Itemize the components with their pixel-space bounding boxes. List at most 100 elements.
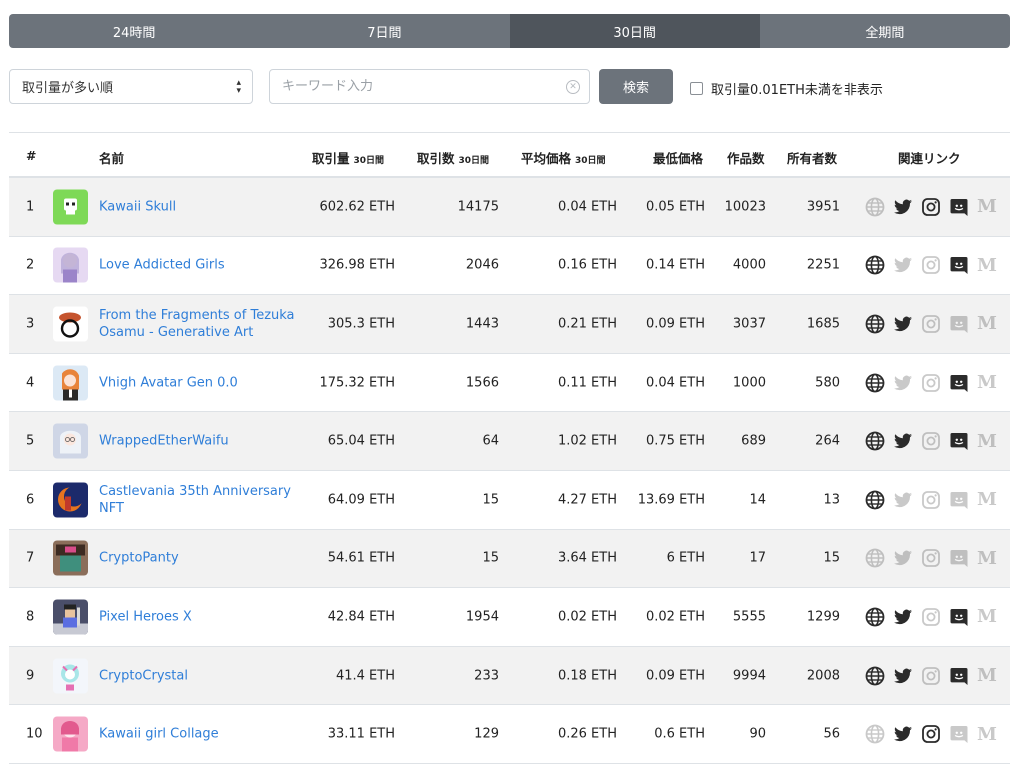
globe-icon[interactable] <box>865 431 885 451</box>
collection-name-link[interactable]: Castlevania 35th Anniversary NFT <box>99 483 314 517</box>
tab-30d[interactable]: 30日間 <box>509 14 760 48</box>
collection-thumbnail[interactable] <box>53 599 88 635</box>
collection-thumbnail[interactable] <box>53 658 88 694</box>
instagram-icon[interactable] <box>921 724 941 744</box>
instagram-icon <box>921 548 941 568</box>
globe-icon[interactable] <box>865 255 885 275</box>
twitter-icon[interactable] <box>893 314 913 334</box>
collection-name-link[interactable]: Love Addicted Girls <box>99 257 314 274</box>
header-volume[interactable]: 取引量 30日間 <box>312 148 384 167</box>
collection-thumbnail[interactable] <box>53 189 88 225</box>
floor-price-cell: 0.02 ETH <box>645 609 705 625</box>
medium-icon: M <box>977 665 997 687</box>
globe-icon[interactable] <box>865 314 885 334</box>
avg-price-cell: 1.02 ETH <box>557 433 617 449</box>
twitter-icon[interactable] <box>893 431 913 451</box>
search-button[interactable]: 検索 <box>599 69 673 104</box>
collection-name-link[interactable]: Vhigh Avatar Gen 0.0 <box>99 374 314 391</box>
discord-icon[interactable] <box>949 373 969 393</box>
discord-icon[interactable] <box>949 431 969 451</box>
related-links: M <box>865 606 997 627</box>
avg-price-cell: 3.64 ETH <box>557 550 617 566</box>
header-avg[interactable]: 平均価格 30日間 <box>521 148 606 167</box>
header-links: 関連リンク <box>898 151 961 166</box>
collection-name-link[interactable]: Kawaii Skull <box>99 198 314 215</box>
collection-thumbnail[interactable] <box>53 482 88 518</box>
collection-name-link[interactable]: CryptoPanty <box>99 550 314 567</box>
related-links: M <box>865 723 997 745</box>
floor-price-cell: 0.04 ETH <box>645 375 705 391</box>
volume-cell: 33.11 ETH <box>327 726 395 742</box>
discord-icon[interactable] <box>949 197 969 217</box>
twitter-icon[interactable] <box>893 724 913 744</box>
checkbox[interactable] <box>690 82 703 95</box>
header-floor[interactable]: 最低価格 <box>653 148 703 167</box>
collection-thumbnail[interactable] <box>53 247 88 283</box>
avg-price-cell: 0.04 ETH <box>557 199 617 215</box>
floor-price-cell: 0.75 ETH <box>645 433 705 449</box>
twitter-icon[interactable] <box>893 197 913 217</box>
volume-cell: 42.84 ETH <box>327 609 395 625</box>
volume-cell: 64.09 ETH <box>327 492 395 508</box>
table-row: 6 Castlevania 35th Anniversary NFT 64.09 E… <box>9 471 1010 530</box>
twitter-icon[interactable] <box>893 666 913 686</box>
collection-thumbnail[interactable] <box>53 306 88 342</box>
search-input[interactable] <box>282 79 552 94</box>
collection-name-link[interactable]: WrappedEtherWaifu <box>99 433 314 450</box>
collection-name-link[interactable]: CryptoCrystal <box>99 667 314 684</box>
clear-icon[interactable]: ✕ <box>566 80 580 94</box>
twitter-icon[interactable] <box>893 607 913 627</box>
rank-cell: 8 <box>26 609 35 625</box>
discord-icon[interactable] <box>949 666 969 686</box>
count-cell: 64 <box>482 433 499 449</box>
count-cell: 1566 <box>465 375 499 391</box>
floor-price-cell: 0.09 ETH <box>645 316 705 332</box>
globe-icon[interactable] <box>865 607 885 627</box>
table-row: 10 Kawaii girl Collage 33.11 ETH 129 0.26 ET… <box>9 705 1010 764</box>
discord-icon[interactable] <box>949 607 969 627</box>
table-row: 1 Kawaii Skull 602.62 ETH 14175 0.04 ETH 0.05… <box>9 178 1010 237</box>
collection-thumbnail[interactable] <box>53 423 88 459</box>
volume-cell: 65.04 ETH <box>327 433 395 449</box>
collection-name-link[interactable]: From the Fragments of Tezuka Osamu - Gen… <box>99 307 314 341</box>
table-body: 1 Kawaii Skull 602.62 ETH 14175 0.04 ETH 0.05… <box>9 178 1010 764</box>
medium-icon: M <box>977 547 997 569</box>
collection-name-link[interactable]: Pixel Heroes X <box>99 608 314 625</box>
header-avg-period: 30日間 <box>575 156 606 166</box>
header-items[interactable]: 作品数 <box>727 148 765 167</box>
count-cell: 15 <box>482 492 499 508</box>
header-name[interactable]: 名前 <box>99 148 124 167</box>
volume-cell: 305.3 ETH <box>327 316 395 332</box>
items-cell: 10023 <box>724 199 766 215</box>
header-count-label: 取引数 <box>417 151 455 166</box>
globe-icon[interactable] <box>865 373 885 393</box>
discord-icon[interactable] <box>949 255 969 275</box>
hide-low-volume-filter[interactable]: 取引量0.01ETH未満を非表示 <box>690 79 883 98</box>
medium-icon: M <box>977 723 997 745</box>
table-row: 5 WrappedEtherWaifu 65.04 ETH 64 1.02 ETH 0.7… <box>9 412 1010 471</box>
header-avg-label: 平均価格 <box>521 151 572 166</box>
avg-price-cell: 0.02 ETH <box>557 609 617 625</box>
header-count[interactable]: 取引数 30日間 <box>417 148 489 167</box>
header-owners[interactable]: 所有者数 <box>787 148 837 167</box>
items-cell: 14 <box>749 492 766 508</box>
sort-select[interactable]: 取引量が多い順 ▴ ▾ <box>9 69 253 104</box>
collection-thumbnail[interactable] <box>53 716 88 752</box>
collection-name-link[interactable]: Kawaii girl Collage <box>99 726 314 743</box>
tab-7d[interactable]: 7日間 <box>259 14 509 48</box>
count-cell: 1954 <box>465 609 499 625</box>
ranking-table: # 名前 取引量 30日間 取引数 30日間 平均価格 30日間 最低価格 作品数 所… <box>9 132 1010 764</box>
table-row: 7 CryptoPanty 54.61 ETH 15 3.64 ETH 6 ETH 17 15… <box>9 529 1010 589</box>
discord-icon <box>949 314 969 334</box>
tab-all[interactable]: 全期間 <box>760 14 1010 48</box>
volume-cell: 326.98 ETH <box>319 257 395 273</box>
globe-icon[interactable] <box>865 490 885 510</box>
globe-icon[interactable] <box>865 666 885 686</box>
twitter-icon <box>893 490 913 510</box>
tab-24h[interactable]: 24時間 <box>9 14 259 48</box>
collection-thumbnail[interactable] <box>53 540 88 576</box>
table-row: 4 Vhigh Avatar Gen 0.0 175.32 ETH 1566 0.11 … <box>9 354 1010 413</box>
items-cell: 689 <box>741 433 766 449</box>
collection-thumbnail[interactable] <box>53 365 88 401</box>
instagram-icon[interactable] <box>921 197 941 217</box>
